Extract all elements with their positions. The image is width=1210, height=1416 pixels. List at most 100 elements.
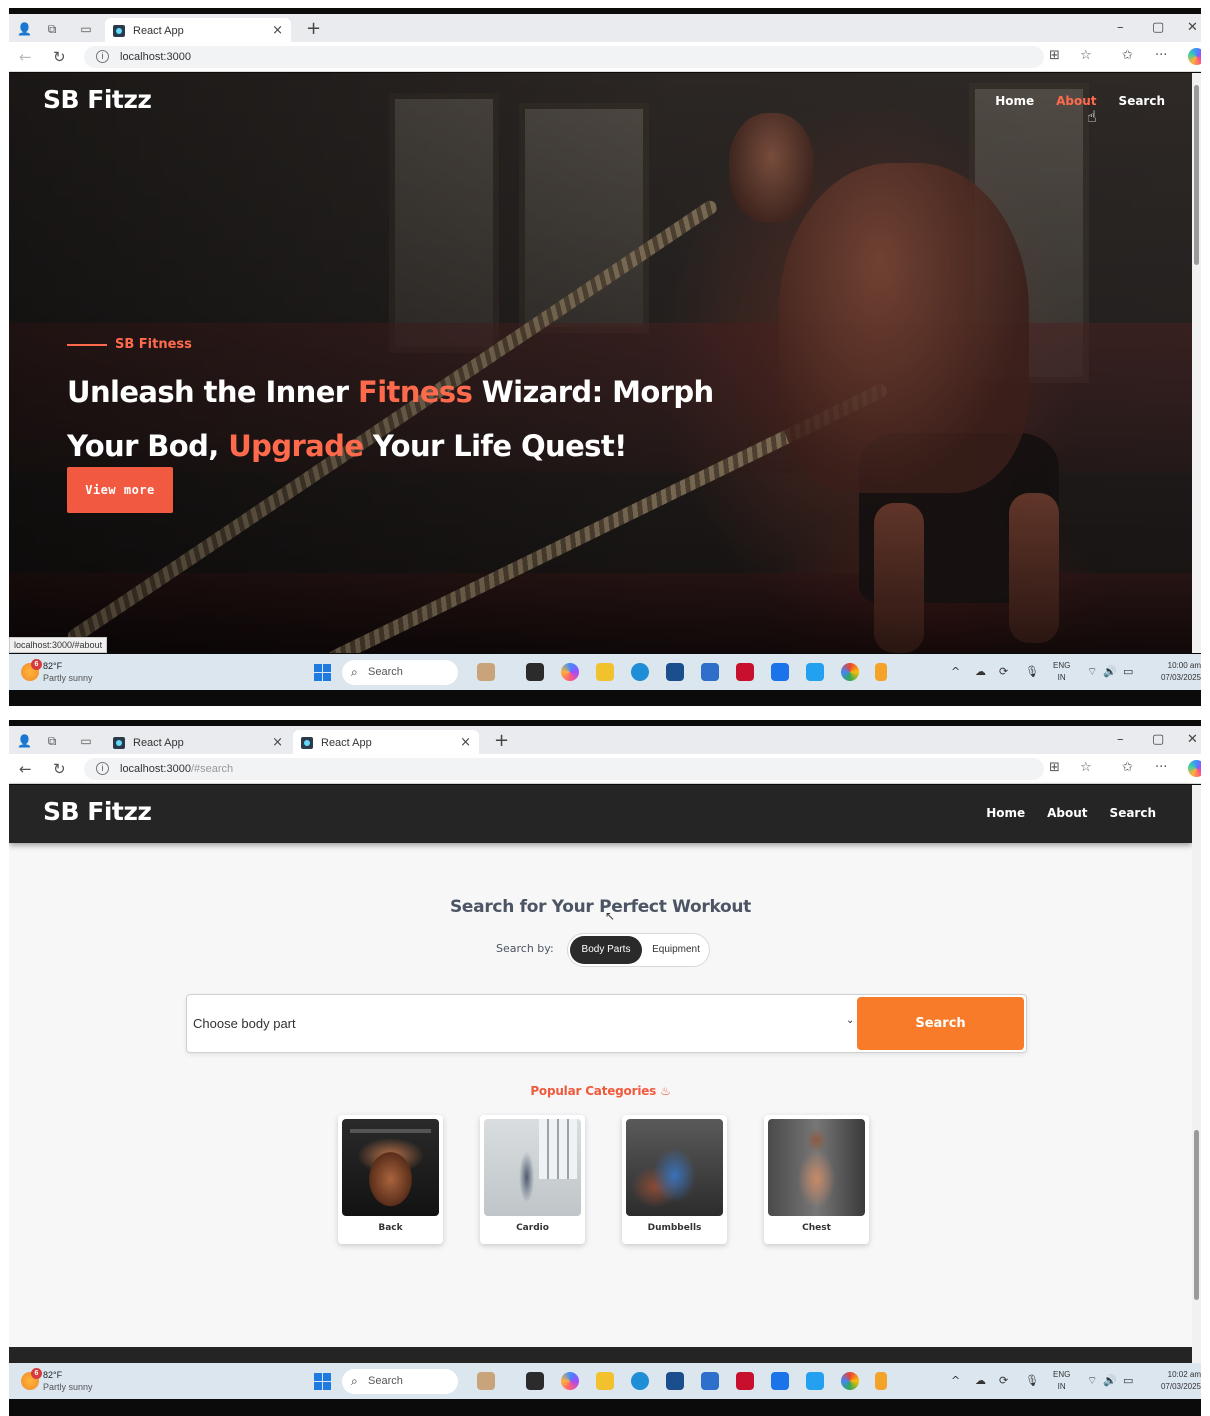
reload-icon[interactable]: ↻: [53, 48, 66, 66]
nav-about[interactable]: About: [1056, 94, 1096, 108]
task-view-icon[interactable]: [526, 1372, 544, 1390]
site-info-icon[interactable]: i: [96, 50, 109, 63]
restore-icon[interactable]: ▢: [1152, 20, 1164, 35]
widget-people-icon[interactable]: [477, 1372, 495, 1390]
copilot-icon[interactable]: [1188, 48, 1201, 65]
tab-actions-icon[interactable]: ▭: [79, 22, 93, 36]
split-screen-icon[interactable]: ⊞: [1049, 760, 1060, 775]
back-icon[interactable]: ←: [19, 760, 32, 778]
profile-icon[interactable]: 👤: [17, 22, 32, 36]
system-clock[interactable]: 10:02 am 07/03/2025: [1147, 1369, 1201, 1393]
store-icon[interactable]: [666, 663, 684, 681]
favorites-list-icon[interactable]: ✩: [1122, 48, 1133, 63]
copilot-taskbar-icon[interactable]: [561, 663, 579, 681]
minimize-icon[interactable]: –: [1117, 732, 1124, 747]
chrome-icon[interactable]: [841, 1372, 859, 1390]
nav-home[interactable]: Home: [995, 94, 1034, 108]
workspaces-icon[interactable]: ⧉: [45, 22, 59, 36]
dell-icon[interactable]: [701, 663, 719, 681]
tray-mic-icon[interactable]: 🎙: [1025, 1374, 1039, 1387]
page-scrollbar[interactable]: [1192, 73, 1201, 653]
new-tab-icon[interactable]: +: [306, 18, 321, 39]
search-button[interactable]: Search: [857, 997, 1024, 1050]
outlook-icon[interactable]: [771, 663, 789, 681]
weather-widget[interactable]: 6 82°F Partly sunny: [21, 659, 131, 685]
task-view-icon[interactable]: [526, 663, 544, 681]
reload-icon[interactable]: ↻: [53, 760, 66, 778]
battery-icon[interactable]: ▭: [1123, 665, 1133, 678]
tray-sync-icon[interactable]: ⟳: [999, 665, 1008, 678]
category-card-dumbbells[interactable]: Dumbbells: [622, 1115, 727, 1244]
taskbar-search[interactable]: ⌕ Search: [342, 1369, 458, 1394]
volume-icon[interactable]: 🔊: [1103, 1374, 1117, 1387]
favorite-star-icon[interactable]: ☆: [1080, 760, 1092, 775]
scrollbar-thumb[interactable]: [1194, 1130, 1199, 1300]
browser-tab-react-app-active[interactable]: React App ×: [293, 730, 479, 756]
close-tab-icon[interactable]: ×: [272, 18, 283, 44]
tray-chevron-icon[interactable]: ^: [951, 665, 960, 678]
battery-icon[interactable]: ▭: [1123, 1374, 1133, 1387]
category-card-back[interactable]: Back: [338, 1115, 443, 1244]
tray-cloud-icon[interactable]: ☁: [975, 1374, 986, 1387]
site-logo[interactable]: SB Fitzz: [43, 797, 152, 826]
edge-icon[interactable]: [631, 1372, 649, 1390]
taskbar-search[interactable]: ⌕ Search: [342, 660, 458, 685]
toggle-body-parts[interactable]: Body Parts: [570, 936, 642, 964]
tray-cloud-icon[interactable]: ☁: [975, 665, 986, 678]
browser-tab-react-app[interactable]: React App ×: [105, 730, 291, 756]
new-tab-icon[interactable]: +: [494, 730, 509, 751]
copilot-taskbar-icon[interactable]: [561, 1372, 579, 1390]
widget-people-icon[interactable]: [477, 663, 495, 681]
windows-start-icon[interactable]: [314, 1373, 331, 1390]
dell-icon[interactable]: [701, 1372, 719, 1390]
nav-home[interactable]: Home: [986, 806, 1025, 820]
close-tab-icon[interactable]: ×: [272, 730, 283, 756]
weather-widget[interactable]: 6 82°F Partly sunny: [21, 1368, 131, 1394]
volume-icon[interactable]: 🔊: [1103, 665, 1117, 678]
category-card-cardio[interactable]: Cardio: [480, 1115, 585, 1244]
close-tab-icon[interactable]: ×: [460, 730, 471, 756]
store-icon[interactable]: [666, 1372, 684, 1390]
workspaces-icon[interactable]: ⧉: [45, 734, 59, 748]
language-indicator[interactable]: ENG IN: [1053, 660, 1070, 684]
chevron-down-icon[interactable]: ⌄: [846, 1015, 854, 1026]
toggle-equipment[interactable]: Equipment: [644, 936, 708, 964]
split-screen-icon[interactable]: ⊞: [1049, 48, 1060, 63]
profile-icon[interactable]: 👤: [17, 734, 32, 748]
back-icon[interactable]: ←: [19, 48, 32, 66]
favorite-star-icon[interactable]: ☆: [1080, 48, 1092, 63]
more-menu-icon[interactable]: ···: [1155, 760, 1167, 775]
view-more-button[interactable]: View more: [67, 467, 173, 513]
vscode-icon[interactable]: [806, 663, 824, 681]
edge-icon[interactable]: [631, 663, 649, 681]
nav-about[interactable]: About: [1047, 806, 1087, 820]
app-pin-icon[interactable]: [875, 663, 887, 681]
page-scrollbar[interactable]: [1192, 785, 1201, 1363]
chrome-icon[interactable]: [841, 663, 859, 681]
minimize-icon[interactable]: –: [1117, 20, 1124, 35]
category-card-chest[interactable]: Chest: [764, 1115, 869, 1244]
outlook-icon[interactable]: [771, 1372, 789, 1390]
tray-mic-icon[interactable]: 🎙: [1025, 665, 1039, 678]
tab-actions-icon[interactable]: ▭: [79, 734, 93, 748]
windows-start-icon[interactable]: [314, 664, 331, 681]
mcafee-icon[interactable]: [736, 663, 754, 681]
close-window-icon[interactable]: ✕: [1187, 732, 1198, 747]
file-explorer-icon[interactable]: [596, 663, 614, 681]
tray-sync-icon[interactable]: ⟳: [999, 1374, 1008, 1387]
browser-tab-react-app[interactable]: React App ×: [105, 18, 291, 44]
url-field[interactable]: i localhost:3000: [84, 46, 1044, 68]
restore-icon[interactable]: ▢: [1152, 732, 1164, 747]
nav-search[interactable]: Search: [1110, 806, 1156, 820]
language-indicator[interactable]: ENG IN: [1053, 1369, 1070, 1393]
system-clock[interactable]: 10:00 am 07/03/2025: [1147, 660, 1201, 684]
site-info-icon[interactable]: i: [96, 762, 109, 775]
mcafee-icon[interactable]: [736, 1372, 754, 1390]
wifi-icon[interactable]: ⌔: [1087, 665, 1097, 679]
scrollbar-thumb[interactable]: [1194, 85, 1199, 265]
more-menu-icon[interactable]: ···: [1155, 48, 1167, 63]
body-part-select[interactable]: Choose body part: [193, 1005, 855, 1043]
close-window-icon[interactable]: ✕: [1187, 20, 1198, 35]
app-pin-icon[interactable]: [875, 1372, 887, 1390]
url-field[interactable]: i localhost:3000/#search: [84, 758, 1044, 780]
